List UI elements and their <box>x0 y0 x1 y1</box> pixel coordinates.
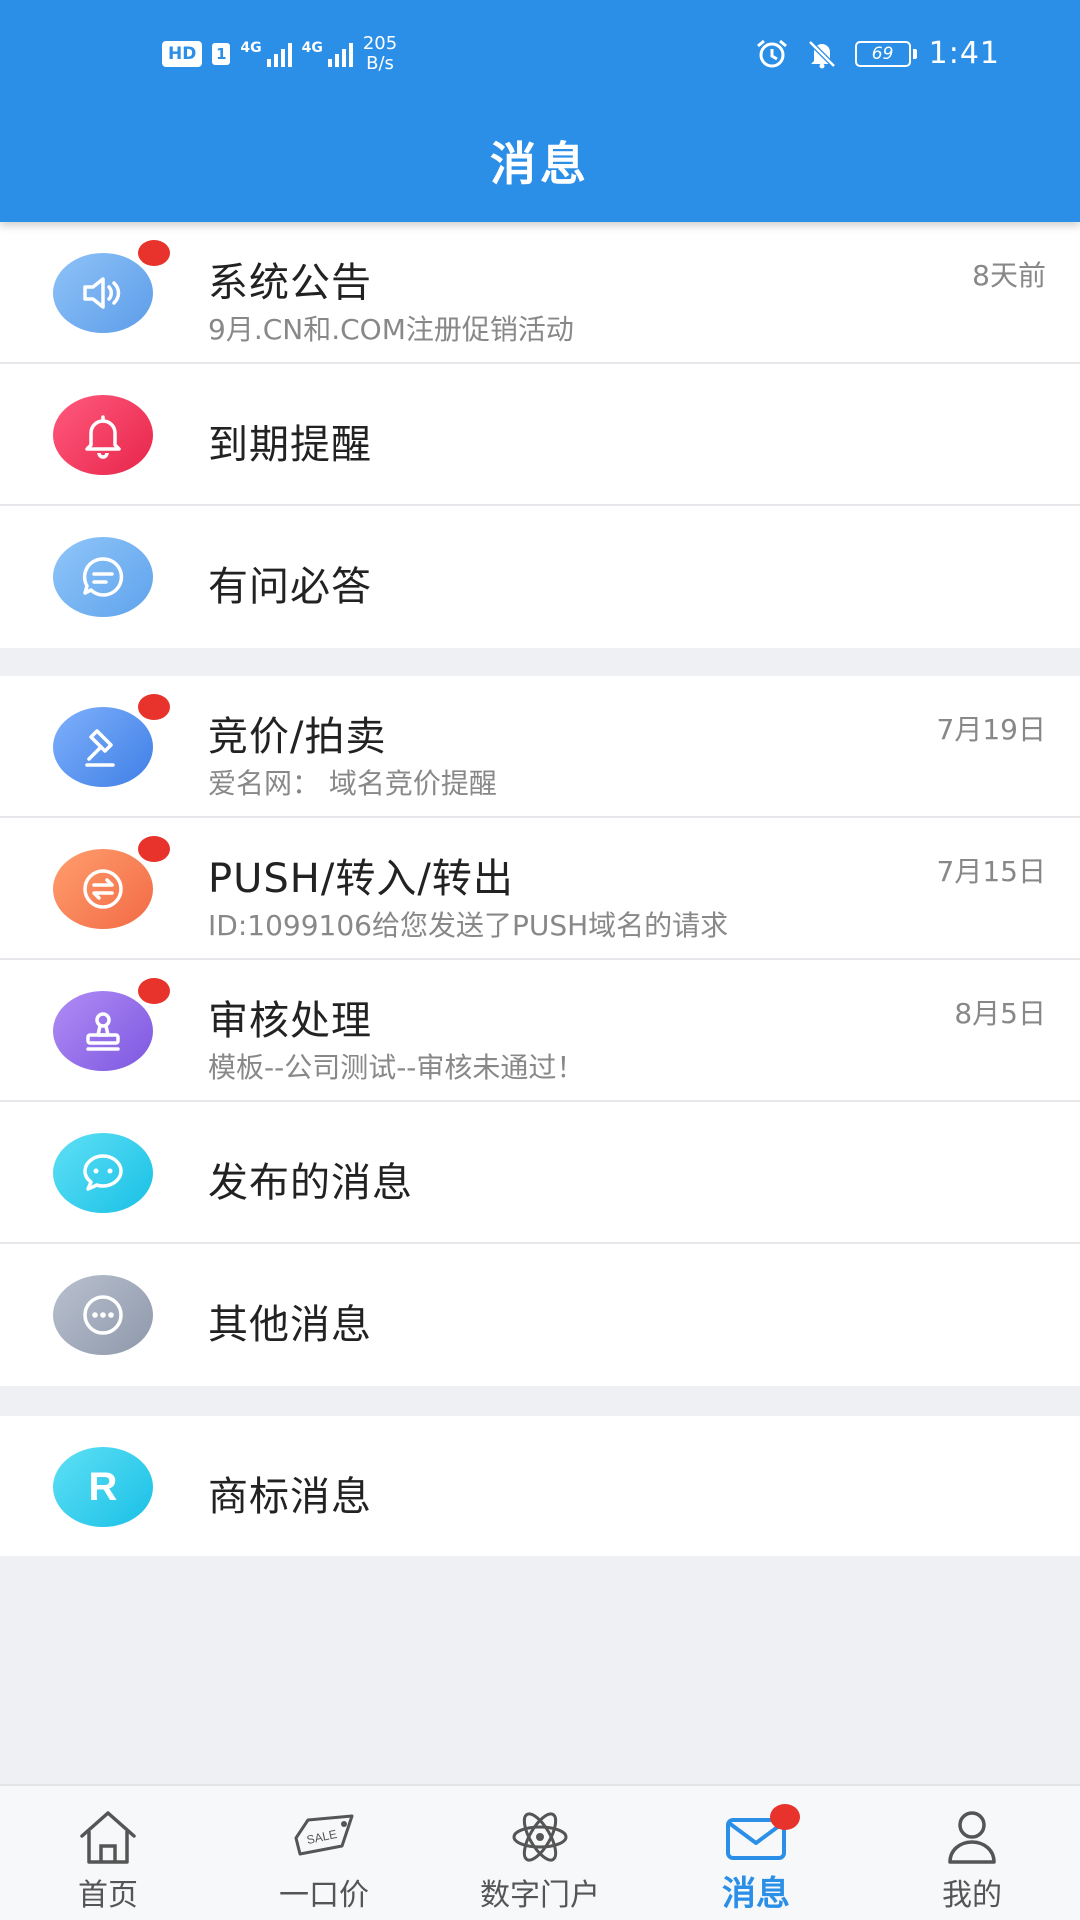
chat-bubble-icon <box>82 557 124 597</box>
avatar-trademark: R <box>53 1447 153 1527</box>
avatar-announcement <box>53 253 153 333</box>
avatar-published <box>53 1133 153 1213</box>
sim-icon: 1 <box>212 43 231 65</box>
tab-label: 首页 <box>78 1878 138 1913</box>
avatar-auction <box>53 707 153 787</box>
message-row-qa[interactable]: 有问必答 <box>0 506 1080 648</box>
message-row-review[interactable]: 审核处理 模板--公司测试--审核未通过！ 8月5日 <box>0 960 1080 1102</box>
tab-mine[interactable]: 我的 <box>864 1786 1080 1920</box>
tab-label: 我的 <box>942 1878 1002 1913</box>
unread-badge <box>138 978 170 1004</box>
avatar-push <box>53 849 153 929</box>
gavel-icon <box>85 729 115 767</box>
tab-home[interactable]: 首页 <box>0 1786 216 1920</box>
svg-text:R: R <box>89 1465 118 1509</box>
tab-label: 数字门户 <box>480 1878 600 1913</box>
atom-icon <box>512 1812 568 1862</box>
row-subtitle: 爱名网： 域名竞价提醒 <box>208 767 497 800</box>
tab-fixed-price[interactable]: SALE 一口价 <box>216 1786 432 1920</box>
message-section-1: 系统公告 9月.CN和.COM注册促销活动 8天前 到期提醒 有问必答 <box>0 222 1080 648</box>
message-row-published[interactable]: 发布的消息 <box>0 1102 1080 1244</box>
message-section-3: R 商标消息 <box>0 1416 1080 1556</box>
row-subtitle: 模板--公司测试--审核未通过！ <box>208 1051 585 1084</box>
avatar-qa <box>53 537 153 617</box>
mute-bell-icon <box>807 39 836 68</box>
avatar-expiry <box>53 395 153 475</box>
bell-icon <box>85 415 121 459</box>
signal-strength-icon: 4G <box>240 41 292 67</box>
row-subtitle: 9月.CN和.COM注册促销活动 <box>208 313 574 346</box>
row-title: PUSH/转入/转出 <box>208 856 514 902</box>
row-subtitle: ID:1099106给您发送了PUSH域名的请求 <box>208 909 729 942</box>
row-title: 商标消息 <box>208 1474 372 1520</box>
row-title: 审核处理 <box>208 998 372 1044</box>
message-row-announcement[interactable]: 系统公告 9月.CN和.COM注册促销活动 8天前 <box>0 222 1080 364</box>
row-time: 7月15日 <box>936 855 1046 888</box>
row-title: 系统公告 <box>208 260 372 306</box>
tab-label: 一口价 <box>279 1878 369 1913</box>
battery-icon: 69 <box>854 40 917 67</box>
svg-text:SALE: SALE <box>305 1827 338 1847</box>
tab-digital-portal[interactable]: 数字门户 <box>432 1786 648 1920</box>
bottom-tab-bar: 首页 SALE 一口价 数字门户 消息 我的 <box>0 1784 1080 1920</box>
alarm-icon <box>756 39 787 67</box>
message-row-trademark[interactable]: R 商标消息 <box>0 1416 1080 1556</box>
user-icon <box>948 1811 996 1864</box>
row-title: 有问必答 <box>208 564 372 610</box>
row-title: 其他消息 <box>208 1302 372 1348</box>
tab-label: 消息 <box>722 1874 790 1914</box>
registered-icon: R <box>89 1465 118 1509</box>
status-bar: HD 1 4G 4G 205 B/s 69 1:41 <box>0 0 1080 110</box>
home-icon <box>80 1811 136 1864</box>
row-title: 竞价/拍卖 <box>208 714 387 760</box>
message-row-other[interactable]: 其他消息 <box>0 1244 1080 1386</box>
app-header: HD 1 4G 4G 205 B/s 69 1:41 消息 <box>0 0 1080 222</box>
row-time: 7月19日 <box>936 713 1046 746</box>
avatar-other <box>53 1275 153 1355</box>
message-row-auction[interactable]: 竞价/拍卖 爱名网： 域名竞价提醒 7月19日 <box>0 676 1080 818</box>
speaker-icon <box>83 277 121 309</box>
message-row-expiry[interactable]: 到期提醒 <box>0 364 1080 506</box>
row-title: 发布的消息 <box>208 1160 413 1206</box>
clock: 1:41 <box>928 36 1000 71</box>
more-icon <box>83 1295 123 1335</box>
row-time: 8月5日 <box>954 997 1046 1030</box>
unread-badge <box>138 836 170 862</box>
message-icon <box>83 1154 123 1191</box>
transfer-icon <box>83 869 123 909</box>
row-title: 到期提醒 <box>208 422 372 468</box>
hd-voice-icon: HD <box>162 41 203 67</box>
network-speed: 205 B/s <box>362 33 398 74</box>
message-row-push[interactable]: PUSH/转入/转出 ID:1099106给您发送了PUSH域名的请求 7月15… <box>0 818 1080 960</box>
signal-strength-icon: 4G <box>302 41 353 67</box>
unread-badge <box>138 240 170 266</box>
row-time: 8天前 <box>972 259 1046 292</box>
tab-badge <box>770 1804 800 1830</box>
message-section-2: 竞价/拍卖 爱名网： 域名竞价提醒 7月19日 PUSH/转入/转出 ID:10… <box>0 676 1080 1386</box>
page-title: 消息 <box>490 137 590 191</box>
avatar-review <box>53 991 153 1071</box>
unread-badge <box>138 694 170 720</box>
stamp-icon <box>86 1012 120 1051</box>
sale-tag-icon: SALE <box>294 1814 354 1856</box>
tab-messages[interactable]: 消息 <box>648 1786 864 1920</box>
